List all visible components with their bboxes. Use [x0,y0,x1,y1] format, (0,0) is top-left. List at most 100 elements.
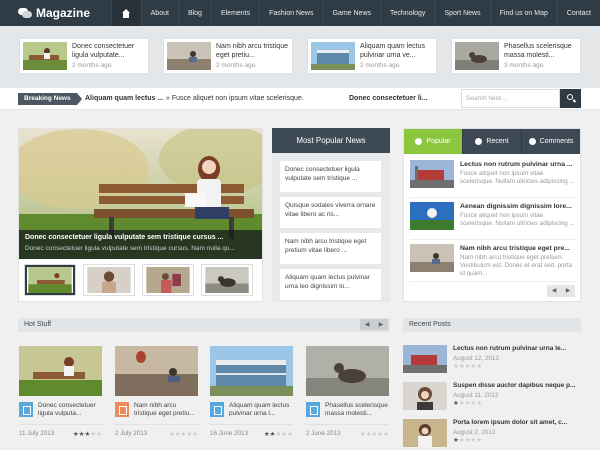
popular-news-item[interactable]: Donec consectetuer ligula vulputate sem … [280,161,381,192]
featured-date: 2 months ago [360,62,400,69]
tab-list-item[interactable]: Aenean dignissim dignissim lore... Fusce … [410,202,576,240]
home-button[interactable] [110,0,141,26]
featured-title: Donec consectetuer ligula vulputate... [72,43,135,59]
featured-card[interactable]: Donec consectetuer ligula vulputate... 2 … [19,38,149,74]
menu-item-game-news[interactable]: Game News [322,0,381,26]
search-icon [567,94,573,100]
rating-stars: ★★★★★ [359,431,389,438]
tab-item-image [410,244,454,272]
hot-stuff-item-title: Donec consectetuer ligula vulputa... [38,402,96,417]
hot-stuff-pagination: ◀ ▶ [360,319,388,330]
featured-card[interactable]: Nam nibh arcu tristique eget pretiu... 2 … [163,38,293,74]
recent-post-title: Lectus non rutrum pulvinar urna le... [453,345,567,352]
slider-thumbnail[interactable] [24,264,76,296]
tab-list-item[interactable]: Nam nibh arcu tristique eget pre... Nam n… [410,244,576,282]
slider-thumbnail[interactable] [83,264,135,296]
prev-arrow-icon[interactable]: ◀ [547,285,561,297]
breaking-news-label: Breaking News [18,93,82,105]
popular-news-item[interactable]: Aliquam quam lectus pulvinar urna leo di… [280,269,381,300]
recent-post-image [403,419,447,447]
breaking-news-text: Donec consectetuer li... [349,95,428,102]
hot-stuff-image [210,346,293,396]
tabbed-widget: Popular Recent Comments Lectus non rutru… [403,128,581,302]
breaking-news-item[interactable]: Donec consectetuer li... [349,95,428,102]
hot-stuff-item[interactable]: Phasellus scelerisque massa molesti... 2… [306,346,389,438]
widget-tabs: Popular Recent Comments [404,129,580,154]
recent-post-item[interactable]: Lectus non rutrum pulvinar urna le... Aug… [403,345,581,375]
popular-news-item[interactable]: Quisque sodales viverra ornare vitae lib… [280,197,381,228]
prev-arrow-icon[interactable]: ◀ [360,319,374,330]
slider-thumbnail[interactable] [142,264,194,296]
featured-image [167,42,211,70]
heart-icon [415,138,423,145]
hot-stuff-item-title: Nam nibh arcu tristique eget pretiu... [134,402,195,417]
document-icon [19,402,33,417]
hot-stuff-image [115,346,198,396]
menu-item-about[interactable]: About [140,0,178,26]
site-logo[interactable]: Magazine [18,6,111,20]
document-icon [210,402,224,417]
featured-image [455,42,499,70]
tab-comments[interactable]: Comments [521,129,580,154]
hot-stuff-item-title: Phasellus scelerisque massa molesti... [325,402,388,417]
recent-post-item[interactable]: Porta lorem ipsum dolor sit amet, c... Au… [403,419,581,449]
slider-thumbnail[interactable] [201,264,253,296]
main-slider: Donec consectetuer ligula vulputate sem … [18,128,263,302]
featured-card[interactable]: Aliquam quam lectus pulvinar urna ve... 2… [307,38,437,74]
recent-post-image [403,382,447,410]
recent-posts-title: Recent Posts [403,318,581,332]
search-button[interactable] [560,89,581,108]
breaking-news-item[interactable]: Aliquam quam lectus ... [85,95,163,102]
next-arrow-icon[interactable]: ▶ [374,319,388,330]
featured-date: 3 months ago [504,62,544,69]
hot-stuff-item-title: Aliquam quam lectus pulvinar urna l... [229,402,290,417]
most-popular-title: Most Popular News [272,128,390,153]
image-icon [115,402,129,417]
hot-stuff-item-date: 2 June 2013 [306,430,341,437]
breaking-news-item[interactable]: » Fusce aliquet non ipsum vitae sceleris… [166,95,304,102]
menu-item-blog[interactable]: Blog [177,0,211,26]
featured-title: Nam nibh arcu tristique eget pretiu... [216,43,288,59]
hot-stuff-item[interactable]: Donec consectetuer ligula vulputa... 11 … [19,346,102,438]
recent-post-title: Porta lorem ipsum dolor sit amet, c... [453,419,568,426]
next-arrow-icon[interactable]: ▶ [561,285,575,297]
tab-item-title: Aenean dignissim dignissim lore... [460,203,572,210]
recent-post-date: August 12, 2013 [453,355,499,362]
tab-pagination: ◀ ▶ [547,285,575,297]
menu-item-technology[interactable]: Technology [380,0,434,26]
slide-caption[interactable]: Donec consectetuer ligula vulputate sem … [19,230,262,259]
recent-post-title: Suspen disse auctor dapibus neque p... [453,382,576,389]
featured-date: 2 months ago [72,62,112,69]
hot-stuff-item[interactable]: Nam nibh arcu tristique eget pretiu... 2… [115,346,198,438]
clock-icon [475,138,483,145]
slide-caption-title: Donec consectetuer ligula vulputate sem … [25,234,224,241]
tab-list-item[interactable]: Lectus non rutrum pulvinar urna ... Fusce… [410,160,576,198]
featured-image [23,42,67,70]
tab-label: Popular [426,138,451,145]
tab-item-image [410,202,454,230]
search-input[interactable]: Search here... [461,89,560,108]
hot-stuff-item[interactable]: Aliquam quam lectus pulvinar urna l... 1… [210,346,293,438]
menu-item-elements[interactable]: Elements [210,0,259,26]
featured-card[interactable]: Phasellus scelerisque massa molesti... 3 … [451,38,581,74]
hot-stuff-item-date: 2 July 2013 [115,430,148,437]
recent-post-date: August 2, 2013 [453,429,496,436]
menu-item-find-us-on-map[interactable]: Find us on Map [489,0,557,26]
hot-stuff-item-date: 16 June 2013 [210,430,249,437]
rating-stars: ★★★★★ [263,431,293,438]
menu-item-contact[interactable]: Contact [556,0,600,26]
featured-title: Aliquam quam lectus pulvinar urna ve... [360,43,425,59]
slide-caption-text: Donec consectetuer ligula vulputate sem … [25,245,235,252]
recent-post-item[interactable]: Suspen disse auctor dapibus neque p... Au… [403,382,581,412]
tab-recent[interactable]: Recent [462,129,521,154]
tab-popular[interactable]: Popular [404,129,462,154]
home-icon [121,8,131,18]
menu-item-sport-news[interactable]: Sport News [434,0,489,26]
menu-item-fashion-news[interactable]: Fashion News [259,0,322,26]
most-popular-widget: Most Popular News Donec consectetuer lig… [272,128,390,302]
logo-text: Magazine [36,6,91,20]
recent-post-date: August 11, 2013 [453,392,499,399]
popular-news-item[interactable]: Nam nibh arcu tristique eget pretium vit… [280,233,381,264]
slider-thumbnails [24,264,261,296]
breaking-news-text: Aliquam quam lectus ... [85,95,164,102]
